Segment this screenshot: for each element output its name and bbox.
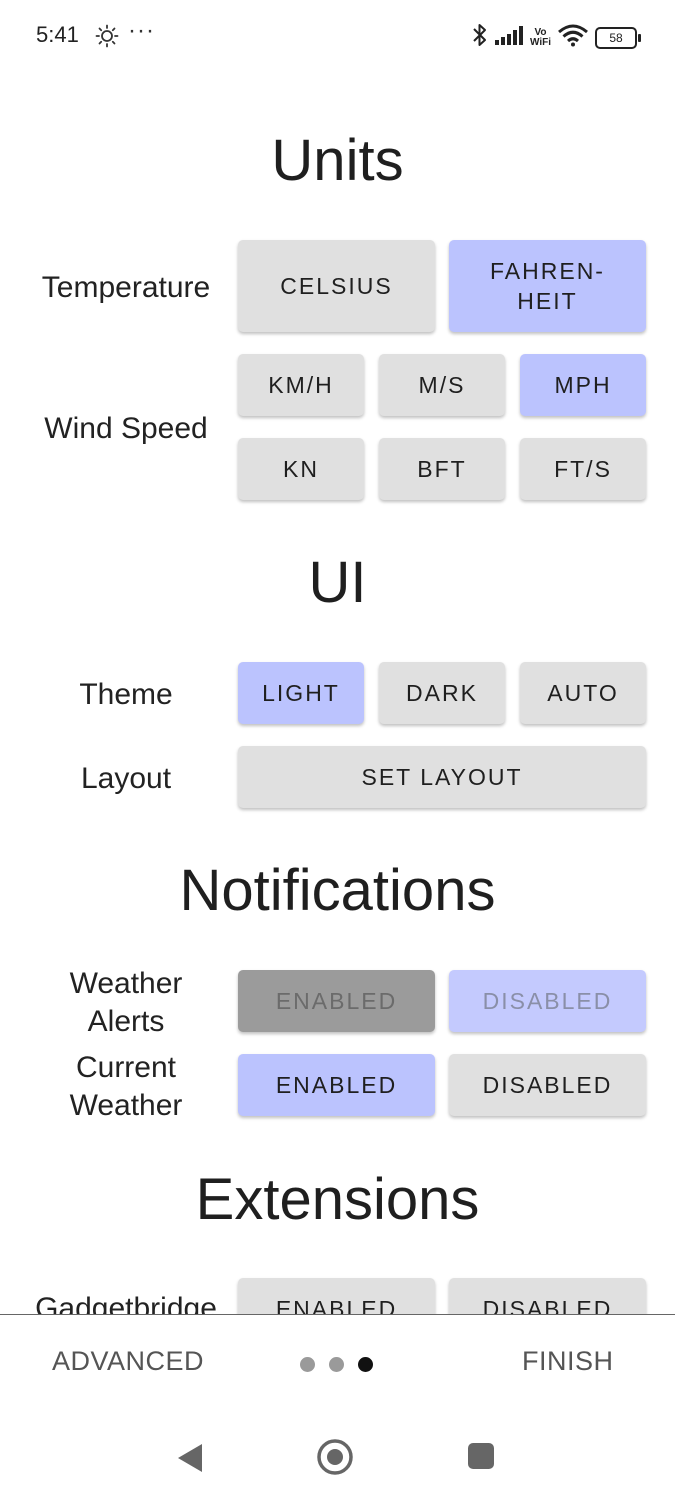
mph-button[interactable]: MPH bbox=[520, 354, 646, 416]
status-icons: Vo WiFi 58 bbox=[472, 22, 641, 53]
page-dot-3 bbox=[358, 1357, 373, 1372]
back-icon[interactable] bbox=[176, 1442, 204, 1479]
bft-button[interactable]: BFT bbox=[379, 438, 505, 500]
weather-alerts-disabled-button: DISABLED bbox=[449, 970, 646, 1032]
system-nav-bar bbox=[0, 1420, 675, 1500]
weather-alerts-label: Weather Alerts bbox=[69, 967, 183, 1038]
set-layout-button[interactable]: SET LAYOUT bbox=[238, 746, 646, 808]
section-title-extensions: Extensions bbox=[195, 1167, 480, 1232]
theme-auto-button[interactable]: AUTO bbox=[520, 662, 646, 724]
temperature-label: Temperature bbox=[41, 271, 211, 304]
gadgetbridge-enabled-button[interactable]: ENABLED bbox=[238, 1278, 435, 1314]
gadgetbridge-label: Gadgetbridge bbox=[35, 1292, 217, 1314]
wind-speed-label: Wind Speed bbox=[44, 412, 208, 445]
settings-content[interactable]: Units Temperature CELSIUS FAHREN- HEIT Wi… bbox=[0, 72, 675, 1314]
page-indicator bbox=[300, 1357, 373, 1372]
more-notifications-icon: ··· bbox=[128, 17, 155, 44]
kmh-button[interactable]: KM/H bbox=[238, 354, 364, 416]
brightness-icon bbox=[95, 24, 119, 53]
gadgetbridge-disabled-button[interactable]: DISABLED bbox=[449, 1278, 646, 1314]
theme-label: Theme bbox=[79, 678, 173, 711]
status-time: 5:41 bbox=[36, 22, 79, 47]
page-dot-2 bbox=[329, 1357, 344, 1372]
status-bar: 5:41 ··· Vo WiFi 58 bbox=[0, 0, 675, 72]
home-icon[interactable] bbox=[316, 1438, 354, 1481]
battery-icon: 58 bbox=[595, 26, 641, 49]
layout-label: Layout bbox=[80, 762, 172, 795]
signal-icon bbox=[494, 24, 524, 51]
celsius-button[interactable]: CELSIUS bbox=[238, 240, 435, 332]
recents-icon[interactable] bbox=[467, 1442, 495, 1475]
page-dot-1 bbox=[300, 1357, 315, 1372]
wifi-icon bbox=[557, 23, 589, 52]
kn-button[interactable]: KN bbox=[238, 438, 364, 500]
current-weather-disabled-button[interactable]: DISABLED bbox=[449, 1054, 646, 1116]
current-weather-label: Current Weather bbox=[69, 1051, 183, 1122]
theme-dark-button[interactable]: DARK bbox=[379, 662, 505, 724]
fahrenheit-button[interactable]: FAHREN- HEIT bbox=[449, 240, 646, 332]
current-weather-enabled-button[interactable]: ENABLED bbox=[238, 1054, 435, 1116]
section-title-ui: UI bbox=[308, 550, 367, 615]
bluetooth-icon bbox=[472, 22, 488, 53]
section-title-units: Units bbox=[271, 128, 404, 193]
section-title-notifications: Notifications bbox=[179, 858, 496, 923]
ms-button[interactable]: M/S bbox=[379, 354, 505, 416]
vowifi-icon: Vo WiFi bbox=[529, 26, 551, 48]
theme-light-button[interactable]: LIGHT bbox=[238, 662, 364, 724]
advanced-button[interactable]: ADVANCED bbox=[52, 1346, 204, 1377]
finish-button[interactable]: FINISH bbox=[522, 1346, 614, 1377]
fts-button[interactable]: FT/S bbox=[520, 438, 646, 500]
weather-alerts-enabled-button: ENABLED bbox=[238, 970, 435, 1032]
